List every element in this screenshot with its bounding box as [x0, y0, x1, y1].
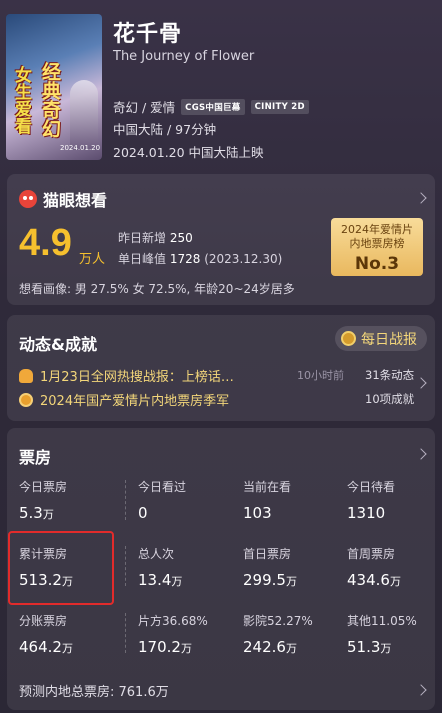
want-to-see-card[interactable]: 猫眼想看 4.9 万人 昨日新增 250 单日峰值 1728 (2023.12.…: [7, 174, 435, 305]
stat-cinema-share: 影院52.27% 242.6万: [243, 612, 347, 656]
stat-label: 当前在看: [243, 480, 292, 494]
chevron-right-icon[interactable]: [415, 377, 427, 389]
rank-line-2: 内地票房榜: [349, 237, 405, 250]
stat-other-share: 其他11.05% 51.3万: [347, 612, 442, 656]
news-section-title: 动态&成就: [19, 335, 97, 354]
stat-label: 影院52.27%: [243, 614, 313, 628]
audience-demographics: 想看画像: 男 27.5% 女 72.5%, 年龄20~24岁居多: [19, 282, 295, 296]
yesterday-new-stat: 昨日新增 250: [118, 229, 193, 246]
peak-date: (2023.12.30): [204, 252, 283, 266]
stat-label: 其他11.05%: [347, 614, 417, 628]
rank-value: No.3: [354, 254, 400, 274]
stat-today-watched: 今日看过 0: [138, 478, 242, 522]
news-item-time: 10小时前: [297, 369, 344, 382]
stat-value: 513.2万: [19, 571, 73, 589]
chevron-right-icon[interactable]: [415, 192, 427, 204]
stat-today-boxoffice: 今日票房 5.3万: [19, 478, 123, 522]
yesterday-label: 昨日新增: [118, 231, 167, 245]
movie-subtitle: The Journey of Flower: [113, 49, 255, 64]
bell-icon: [19, 368, 33, 383]
stat-value: 1310: [347, 504, 386, 522]
stat-label: 片方36.68%: [138, 614, 208, 628]
chevron-right-icon[interactable]: [415, 684, 427, 696]
peak-stat: 单日峰值 1728 (2023.12.30): [118, 250, 282, 267]
news-achievements-card: 动态&成就 每日战报 1月23日全网热搜战报：上榜话… 10小时前 31条动态 …: [7, 315, 435, 421]
ranking-badge[interactable]: 2024年爱情片 内地票房榜 No.3: [331, 218, 423, 276]
stat-label: 今日票房: [19, 480, 68, 494]
movie-region-duration: 中国大陆 / 97分钟: [113, 122, 217, 137]
achievement-text: 2024年国产爱情片内地票房季军: [40, 394, 230, 409]
achievement-count[interactable]: 10项成就: [365, 391, 414, 407]
stat-first-day: 首日票房 299.5万: [243, 545, 347, 589]
maoyan-cat-icon: [19, 190, 37, 208]
boxoffice-section-title: 票房: [19, 448, 52, 467]
want-section-header: 猫眼想看: [19, 187, 107, 211]
stat-label: 分账票房: [19, 614, 68, 628]
stat-value: 464.2万: [19, 638, 73, 656]
stat-value: 0: [138, 504, 148, 522]
poster-figure: [70, 80, 98, 150]
stat-label: 总人次: [138, 547, 175, 561]
stat-value: 170.2万: [138, 638, 192, 656]
format-tag-cgs: CGS中国巨幕: [181, 98, 245, 115]
divider: [125, 613, 126, 653]
want-section-title: 猫眼想看: [43, 191, 108, 210]
stat-label: 今日待看: [347, 480, 396, 494]
divider: [125, 546, 126, 586]
stat-value: 242.6万: [243, 638, 297, 656]
stat-total-boxoffice: 累计票房 513.2万: [19, 545, 123, 589]
trophy-icon: [19, 392, 33, 407]
news-dynamic-count[interactable]: 31条动态: [365, 367, 414, 383]
daily-report-label: 每日战报: [361, 331, 417, 348]
chevron-right-icon[interactable]: [415, 448, 427, 460]
poster-slogan-1: 女生爱看: [11, 66, 31, 134]
medal-icon: [341, 331, 356, 346]
movie-title: 花千骨: [113, 22, 183, 47]
stat-label: 今日看过: [138, 480, 187, 494]
daily-report-button[interactable]: 每日战报: [335, 326, 427, 351]
stat-value: 103: [243, 504, 272, 522]
forecast-total-boxoffice[interactable]: 预测内地总票房: 761.6万: [19, 681, 169, 700]
poster-slogan-2: 经典奇幻: [39, 62, 61, 138]
peak-value: 1728: [169, 252, 201, 266]
boxoffice-card: 票房 今日票房 5.3万 今日看过 0 当前在看 103 今日待看 1310 累…: [7, 428, 435, 710]
movie-header: 女生爱看 经典奇幻 2024.01.20 花千骨 The Journey of …: [0, 0, 442, 172]
news-item-hot-search[interactable]: 1月23日全网热搜战报：上榜话…: [19, 366, 234, 385]
stat-label: 首周票房: [347, 547, 396, 561]
stat-total-admissions: 总人次 13.4万: [138, 545, 242, 589]
stat-now-watching: 当前在看 103: [243, 478, 347, 522]
stat-producer-share: 片方36.68% 170.2万: [138, 612, 242, 656]
stat-value: 299.5万: [243, 571, 297, 589]
news-item-text: 1月23日全网热搜战报：上榜话…: [40, 370, 234, 385]
peak-label: 单日峰值: [118, 252, 167, 266]
stat-first-week: 首周票房 434.6万: [347, 545, 442, 589]
stat-label: 首日票房: [243, 547, 292, 561]
stat-today-pending: 今日待看 1310: [347, 478, 442, 522]
stat-value: 51.3万: [347, 638, 392, 656]
movie-release-date: 2024.01.20 中国大陆上映: [113, 145, 264, 160]
stat-value: 5.3万: [19, 504, 54, 522]
want-count-unit: 万人: [79, 252, 106, 267]
poster-date: 2024.01.20: [60, 144, 101, 152]
movie-genre-row: 奇幻 / 爱情 CGS中国巨幕 CINITY 2D: [113, 97, 309, 116]
yesterday-value: 250: [169, 231, 193, 245]
want-count: 4.9: [19, 222, 72, 264]
stat-label: 累计票房: [19, 547, 68, 561]
news-item-achievement[interactable]: 2024年国产爱情片内地票房季军: [19, 390, 229, 409]
movie-genre: 奇幻 / 爱情: [113, 100, 176, 115]
stat-value: 13.4万: [138, 571, 183, 589]
rank-line-1: 2024年爱情片: [341, 223, 413, 236]
format-tag-cinity: CINITY 2D: [250, 99, 309, 114]
stat-value: 434.6万: [347, 571, 401, 589]
stat-split-boxoffice: 分账票房 464.2万: [19, 612, 123, 656]
divider: [125, 480, 126, 520]
movie-poster[interactable]: 女生爱看 经典奇幻 2024.01.20: [6, 14, 102, 160]
